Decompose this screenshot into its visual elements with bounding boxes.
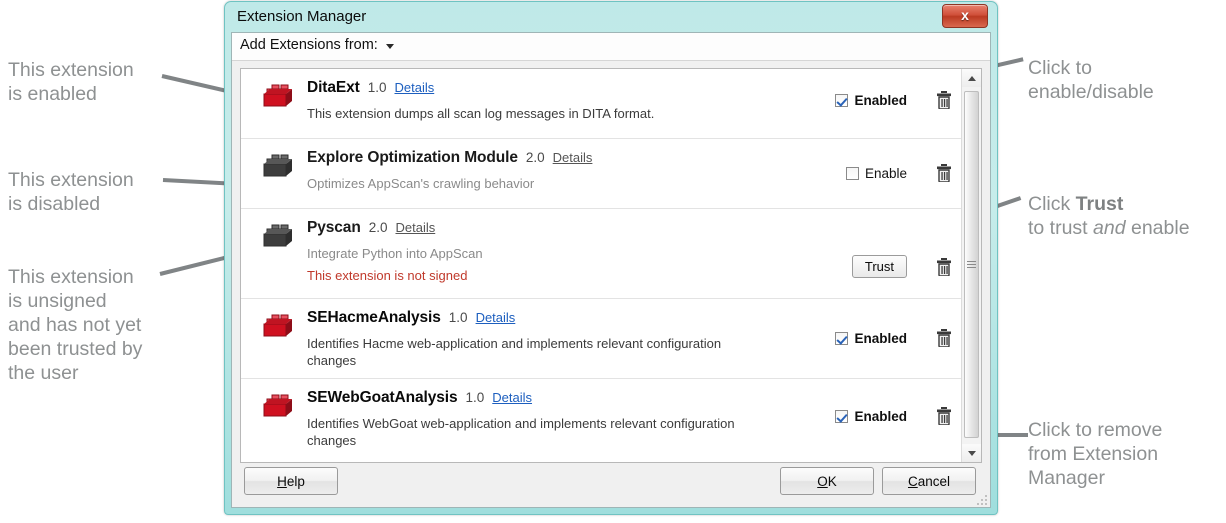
- extension-header: SEWebGoatAnalysis 1.0 Details: [307, 389, 761, 409]
- extension-controls: Trust: [851, 255, 951, 278]
- enable-checkbox[interactable]: Enabled: [835, 93, 907, 108]
- extension-controls: Enabled: [835, 91, 951, 110]
- extension-version: 2.0: [368, 220, 388, 235]
- extension-description: Optimizes AppScan's crawling behavior: [307, 176, 535, 191]
- window-client-area: Add Extensions from: DitaExt 1.0 Details Th…: [231, 32, 991, 508]
- triangle-down-icon: [967, 450, 976, 456]
- trash-icon[interactable]: [937, 329, 951, 348]
- ok-button[interactable]: OK: [780, 467, 874, 495]
- enable-checkbox[interactable]: Enable: [845, 165, 907, 181]
- extension-description: This extension dumps all scan log messag…: [307, 106, 655, 121]
- help-button-label: Help: [277, 473, 305, 489]
- add-extensions-from-label: Add Extensions from:: [240, 37, 378, 53]
- extension-info: SEHacmeAnalysis 1.0 Details Identifies Hacm…: [307, 309, 761, 369]
- extension-details-link[interactable]: Details: [394, 80, 434, 95]
- extension-version: 1.0: [448, 310, 468, 325]
- trash-icon[interactable]: [937, 164, 951, 183]
- add-extensions-from-dropdown[interactable]: Add Extensions from:: [240, 37, 394, 53]
- checkbox-icon: [835, 331, 849, 345]
- extension-brick-icon-gray: [261, 153, 297, 183]
- extension-version: 1.0: [465, 390, 485, 405]
- extension-list-scroll[interactable]: DitaExt 1.0 Details This extension dumps al…: [241, 69, 961, 462]
- extension-name: Explore Optimization Module: [307, 149, 518, 166]
- annotation-click-remove: Click to remove from Extension Manager: [1028, 419, 1163, 489]
- extension-details-link[interactable]: Details: [553, 150, 593, 165]
- extension-details-link[interactable]: Details: [476, 310, 516, 325]
- extension-name: SEWebGoatAnalysis: [307, 389, 458, 406]
- scroll-up-button[interactable]: [962, 69, 981, 87]
- extension-description: Integrate Python into AppScan: [307, 246, 483, 261]
- chevron-down-icon: [385, 44, 394, 49]
- extension-info: Pyscan 2.0 Details Integrate Python into Ap…: [307, 219, 761, 283]
- extension-details-link[interactable]: Details: [395, 220, 435, 235]
- extension-description: Identifies Hacme web-application and imp…: [307, 336, 722, 368]
- extension-version: 1.0: [367, 80, 387, 95]
- extension-brick-icon-red: [261, 83, 297, 113]
- extension-row[interactable]: SEHacmeAnalysis 1.0 Details Identifies Hacm…: [241, 299, 961, 379]
- annotation-extension-unsigned: This extension is unsigned and has not y…: [8, 266, 143, 384]
- resize-grip-icon[interactable]: [977, 495, 987, 505]
- enable-checkbox-label: Enabled: [854, 92, 907, 108]
- extension-controls: Enabled: [835, 329, 951, 348]
- enable-checkbox[interactable]: Enabled: [835, 331, 907, 346]
- extension-name: DitaExt: [307, 79, 360, 96]
- enable-checkbox[interactable]: Enabled: [835, 409, 907, 424]
- vertical-scrollbar[interactable]: [961, 69, 981, 462]
- extension-manager-window: Extension Manager x Add Extensions from:…: [224, 1, 998, 515]
- annotation-extension-disabled: This extension is disabled: [8, 169, 134, 215]
- extension-controls: Enabled: [835, 407, 951, 426]
- trash-icon[interactable]: [937, 91, 951, 110]
- extension-description: Identifies WebGoat web-application and i…: [307, 416, 735, 448]
- ok-button-label: OK: [817, 473, 837, 489]
- window-titlebar: Extension Manager x: [225, 2, 997, 32]
- checkbox-icon: [835, 93, 849, 107]
- extension-name: Pyscan: [307, 219, 361, 236]
- scrollbar-thumb[interactable]: [964, 91, 979, 438]
- extension-brick-icon-gray: [261, 223, 297, 253]
- cancel-button-label: Cancel: [907, 473, 951, 489]
- annotation-extension-enabled: This extension is enabled: [8, 59, 134, 105]
- enable-checkbox-label: Enabled: [854, 330, 907, 346]
- extension-warning: This extension is not signed: [307, 268, 468, 283]
- extension-header: DitaExt 1.0 Details: [307, 79, 761, 99]
- extension-header: Pyscan 2.0 Details: [307, 219, 761, 239]
- extension-list: DitaExt 1.0 Details This extension dumps al…: [240, 68, 982, 463]
- extension-row[interactable]: Pyscan 2.0 Details Integrate Python into Ap…: [241, 209, 961, 299]
- annotation-click-enable-disable: Click to enable/disable: [1028, 57, 1154, 103]
- trash-icon[interactable]: [937, 407, 951, 426]
- extension-brick-icon-red: [261, 393, 297, 423]
- triangle-up-icon: [967, 75, 976, 81]
- trust-button[interactable]: Trust: [851, 255, 907, 278]
- extension-info: SEWebGoatAnalysis 1.0 Details Identifies We…: [307, 389, 761, 449]
- annotation-click-trust: Click Trust to trust and enable: [1028, 193, 1190, 239]
- trash-icon[interactable]: [937, 257, 951, 277]
- close-button[interactable]: x: [942, 4, 988, 28]
- enable-checkbox-label: Enable: [864, 165, 907, 181]
- window-title: Extension Manager: [237, 8, 367, 25]
- extension-name: SEHacmeAnalysis: [307, 309, 441, 326]
- extension-version: 2.0: [525, 150, 545, 165]
- extension-details-link[interactable]: Details: [492, 390, 532, 405]
- help-button[interactable]: Help: [244, 467, 338, 495]
- extension-controls: Enable: [845, 164, 951, 183]
- extension-header: Explore Optimization Module 2.0 Details: [307, 149, 761, 169]
- extension-info: DitaExt 1.0 Details This extension dumps al…: [307, 79, 761, 122]
- enable-checkbox-label: Enabled: [854, 408, 907, 424]
- extension-row[interactable]: DitaExt 1.0 Details This extension dumps al…: [241, 69, 961, 139]
- extension-info: Explore Optimization Module 2.0 Details Opt…: [307, 149, 761, 192]
- checkbox-icon: [835, 409, 849, 423]
- extension-row[interactable]: Explore Optimization Module 2.0 Details Opt…: [241, 139, 961, 209]
- scroll-down-button[interactable]: [962, 444, 981, 462]
- extension-row[interactable]: SEWebGoatAnalysis 1.0 Details Identifies We…: [241, 379, 961, 455]
- cancel-button[interactable]: Cancel: [882, 467, 976, 495]
- checkbox-icon: [845, 166, 859, 180]
- toolbar: Add Extensions from:: [232, 33, 990, 61]
- extension-brick-icon-red: [261, 313, 297, 343]
- scrollbar-grip-icon: [967, 259, 976, 270]
- extension-header: SEHacmeAnalysis 1.0 Details: [307, 309, 761, 329]
